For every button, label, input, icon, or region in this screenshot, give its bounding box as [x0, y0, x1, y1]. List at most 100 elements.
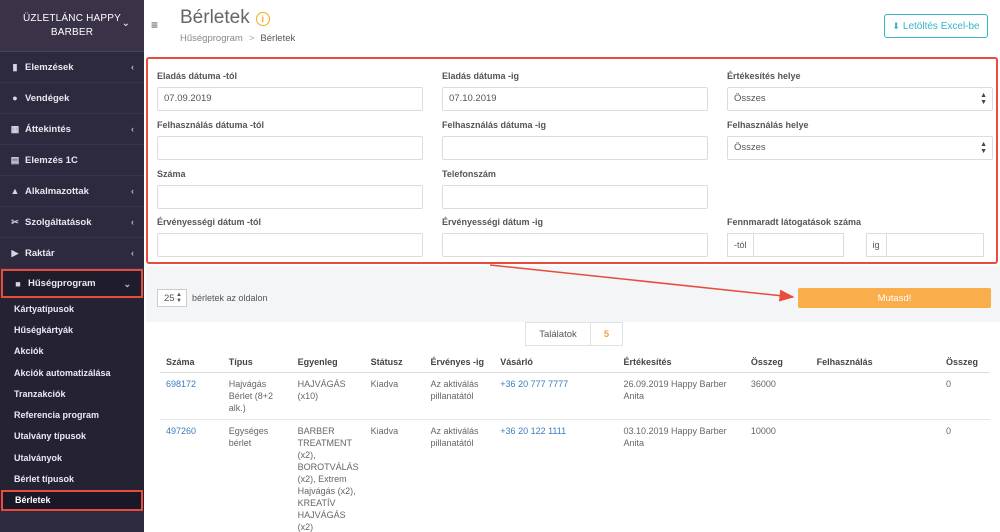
- pass-number-link[interactable]: 497260: [160, 419, 223, 532]
- filter-visits: Fennmaradt látogatások száma -tól ig: [727, 217, 993, 257]
- column-header[interactable]: Felhasználás: [810, 352, 940, 373]
- download-excel-label: Letöltés Excel-be: [902, 20, 980, 32]
- download-excel-button[interactable]: ⬇ Letöltés Excel-be: [884, 14, 988, 38]
- bar-chart-icon: ▮: [12, 61, 18, 72]
- table-cell: [810, 372, 940, 420]
- filter-label: Felhasználás dátuma -tól: [157, 120, 265, 130]
- chevron-left-icon: ‹: [131, 217, 134, 227]
- chevron-left-icon: ‹: [131, 62, 134, 72]
- sale-place-select[interactable]: Összes ▲ ▼: [727, 87, 993, 111]
- per-page-control: 25 ▲ ▼ bérletek az oldalon: [157, 289, 268, 307]
- valid-to-input[interactable]: [442, 233, 708, 257]
- results-table: Száma Típus Egyenleg Státusz Érvényes -ig Vás…: [160, 352, 990, 532]
- table-cell: BARBER TREATMENT (x2), BOROTVÁLÁS (x2), …: [291, 419, 365, 532]
- filter-label: Érvényességi dátum -tól: [157, 217, 262, 227]
- menu-toggle-icon[interactable]: ≡: [151, 18, 158, 32]
- submenu-item-3[interactable]: Akciók automatizálása: [0, 362, 144, 383]
- submenu-item-2[interactable]: Akciók: [0, 341, 144, 362]
- submenu-item-4[interactable]: Tranzakciók: [0, 383, 144, 404]
- sidebar-item-0[interactable]: ▮ Elemzések ‹: [0, 52, 144, 83]
- download-icon: ⬇: [892, 20, 900, 31]
- select-value: Összes: [734, 142, 766, 153]
- sidebar-item-label: Alkalmazottak: [25, 185, 89, 197]
- select-arrows-icon: ▲ ▼: [176, 292, 182, 304]
- results-tab[interactable]: Találatok 5: [525, 322, 623, 346]
- use-from-input[interactable]: [157, 136, 423, 160]
- sidebar: ÜZLETLÁNC HAPPY BARBER ⌄ ▮ Elemzések ‹ ● Ven…: [0, 0, 144, 532]
- sale-from-input[interactable]: 07.09.2019: [157, 87, 423, 111]
- breadcrumb: Hűségprogram > Bérletek: [180, 33, 295, 44]
- sidebar-item-5[interactable]: ✂ Szolgáltatások ‹: [0, 207, 144, 238]
- sidebar-item-2[interactable]: ▦ Áttekintés ‹: [0, 114, 144, 145]
- sale-to-input[interactable]: 07.10.2019: [442, 87, 708, 111]
- submenu-item-8[interactable]: Bérlet típusok: [0, 468, 144, 489]
- visits-to-addon: ig: [865, 233, 887, 257]
- document-icon: ▤: [10, 154, 20, 165]
- sidebar-item-label: Raktár: [25, 247, 55, 259]
- submenu-item-6[interactable]: Utalvány típusok: [0, 426, 144, 447]
- users-icon: ●: [12, 93, 18, 103]
- column-header[interactable]: Érvényes -ig: [424, 352, 495, 373]
- table-body: 698172 Hajvágás Bérlet (8+2 alk.) HAJVÁGÁS…: [160, 372, 990, 532]
- phone-input[interactable]: [442, 185, 708, 209]
- submenu-item-1[interactable]: Hűségkártyák: [0, 319, 144, 340]
- sidebar-item-3[interactable]: ▤ Elemzés 1C: [0, 145, 144, 176]
- table-cell: 10000: [744, 419, 811, 532]
- breadcrumb-item-parent[interactable]: Hűségprogram: [180, 33, 243, 44]
- sidebar-item-label: Szolgáltatások: [25, 216, 92, 228]
- valid-from-input[interactable]: [157, 233, 423, 257]
- sidebar-item-label: Elemzések: [25, 61, 74, 73]
- visits-from-input[interactable]: [753, 233, 844, 257]
- table-row[interactable]: 497260 Egységes bérlet BARBER TREATMENT (x…: [160, 419, 990, 532]
- truck-icon: ▶: [11, 247, 19, 258]
- table-cell: HAJVÁGÁS (x10): [291, 372, 365, 420]
- number-input[interactable]: [157, 185, 423, 209]
- filter-label: Érvényességi dátum -ig: [442, 217, 544, 227]
- filter-label: Eladás dátuma -ig: [442, 71, 520, 81]
- per-page-select[interactable]: 25 ▲ ▼: [157, 289, 187, 307]
- customer-phone-link[interactable]: +36 20 122 1111: [494, 419, 618, 532]
- column-header[interactable]: Vásárló: [494, 352, 618, 373]
- results-label: Találatok: [525, 322, 591, 346]
- sidebar-item-4[interactable]: ▲ Alkalmazottak ‹: [0, 176, 144, 207]
- chevron-down-icon[interactable]: ⌄: [122, 18, 130, 29]
- filter-panel: Eladás dátuma -tól 07.09.2019 Eladás dát…: [146, 57, 998, 264]
- table-cell: Az aktiválás pillanatától: [424, 372, 495, 420]
- select-arrows-icon: ▲ ▼: [980, 141, 987, 155]
- sidebar-item-6[interactable]: ▶ Raktár ‹: [0, 238, 144, 269]
- show-button[interactable]: Mutasd!: [798, 288, 991, 308]
- info-icon[interactable]: i: [255, 12, 270, 26]
- submenu-item-0[interactable]: Kártyatípusok: [0, 298, 144, 319]
- sidebar-item-label: Áttekintés: [25, 123, 71, 135]
- sidebar-item-1[interactable]: ● Vendégek: [0, 83, 144, 114]
- sidebar-item-label: Hűségprogram: [28, 278, 96, 289]
- column-header[interactable]: Típus: [222, 352, 292, 373]
- filter-number: Száma: [157, 169, 423, 209]
- submenu-item-7[interactable]: Utalványok: [0, 447, 144, 468]
- column-header[interactable]: Egyenleg: [291, 352, 365, 373]
- chevron-left-icon: ‹: [131, 124, 134, 134]
- sidebar-item-7[interactable]: ■ Hűségprogram ⌄: [1, 269, 143, 298]
- column-header[interactable]: Értékesítés: [617, 352, 745, 373]
- column-header[interactable]: Státusz: [364, 352, 425, 373]
- column-header[interactable]: Száma: [160, 352, 223, 373]
- use-to-input[interactable]: [442, 136, 708, 160]
- visits-from-addon: -tól: [727, 233, 754, 257]
- table-row[interactable]: 698172 Hajvágás Bérlet (8+2 alk.) HAJVÁGÁS…: [160, 372, 990, 420]
- customer-phone-link[interactable]: +36 20 777 7777: [494, 372, 618, 420]
- column-header[interactable]: Összeg: [744, 352, 811, 373]
- submenu-item-9[interactable]: Bérletek: [1, 489, 143, 511]
- pass-number-link[interactable]: 698172: [160, 372, 223, 420]
- filter-valid-to: Érvényességi dátum -ig: [442, 217, 708, 257]
- filter-label: Eladás dátuma -tól: [157, 71, 238, 81]
- submenu-item-5[interactable]: Referencia program: [0, 404, 144, 425]
- table-cell: [810, 419, 940, 532]
- table-cell: 36000: [744, 372, 811, 420]
- scissors-icon: ✂: [11, 216, 19, 227]
- use-place-select[interactable]: Összes ▲ ▼: [727, 136, 993, 160]
- table-header-row: Száma Típus Egyenleg Státusz Érvényes -ig Vás…: [160, 352, 990, 373]
- visits-to-input[interactable]: [886, 233, 984, 257]
- brand-header[interactable]: ÜZLETLÁNC HAPPY BARBER ⌄: [0, 0, 144, 52]
- grid-icon: ▦: [10, 123, 20, 134]
- column-header[interactable]: Összeg: [940, 352, 990, 373]
